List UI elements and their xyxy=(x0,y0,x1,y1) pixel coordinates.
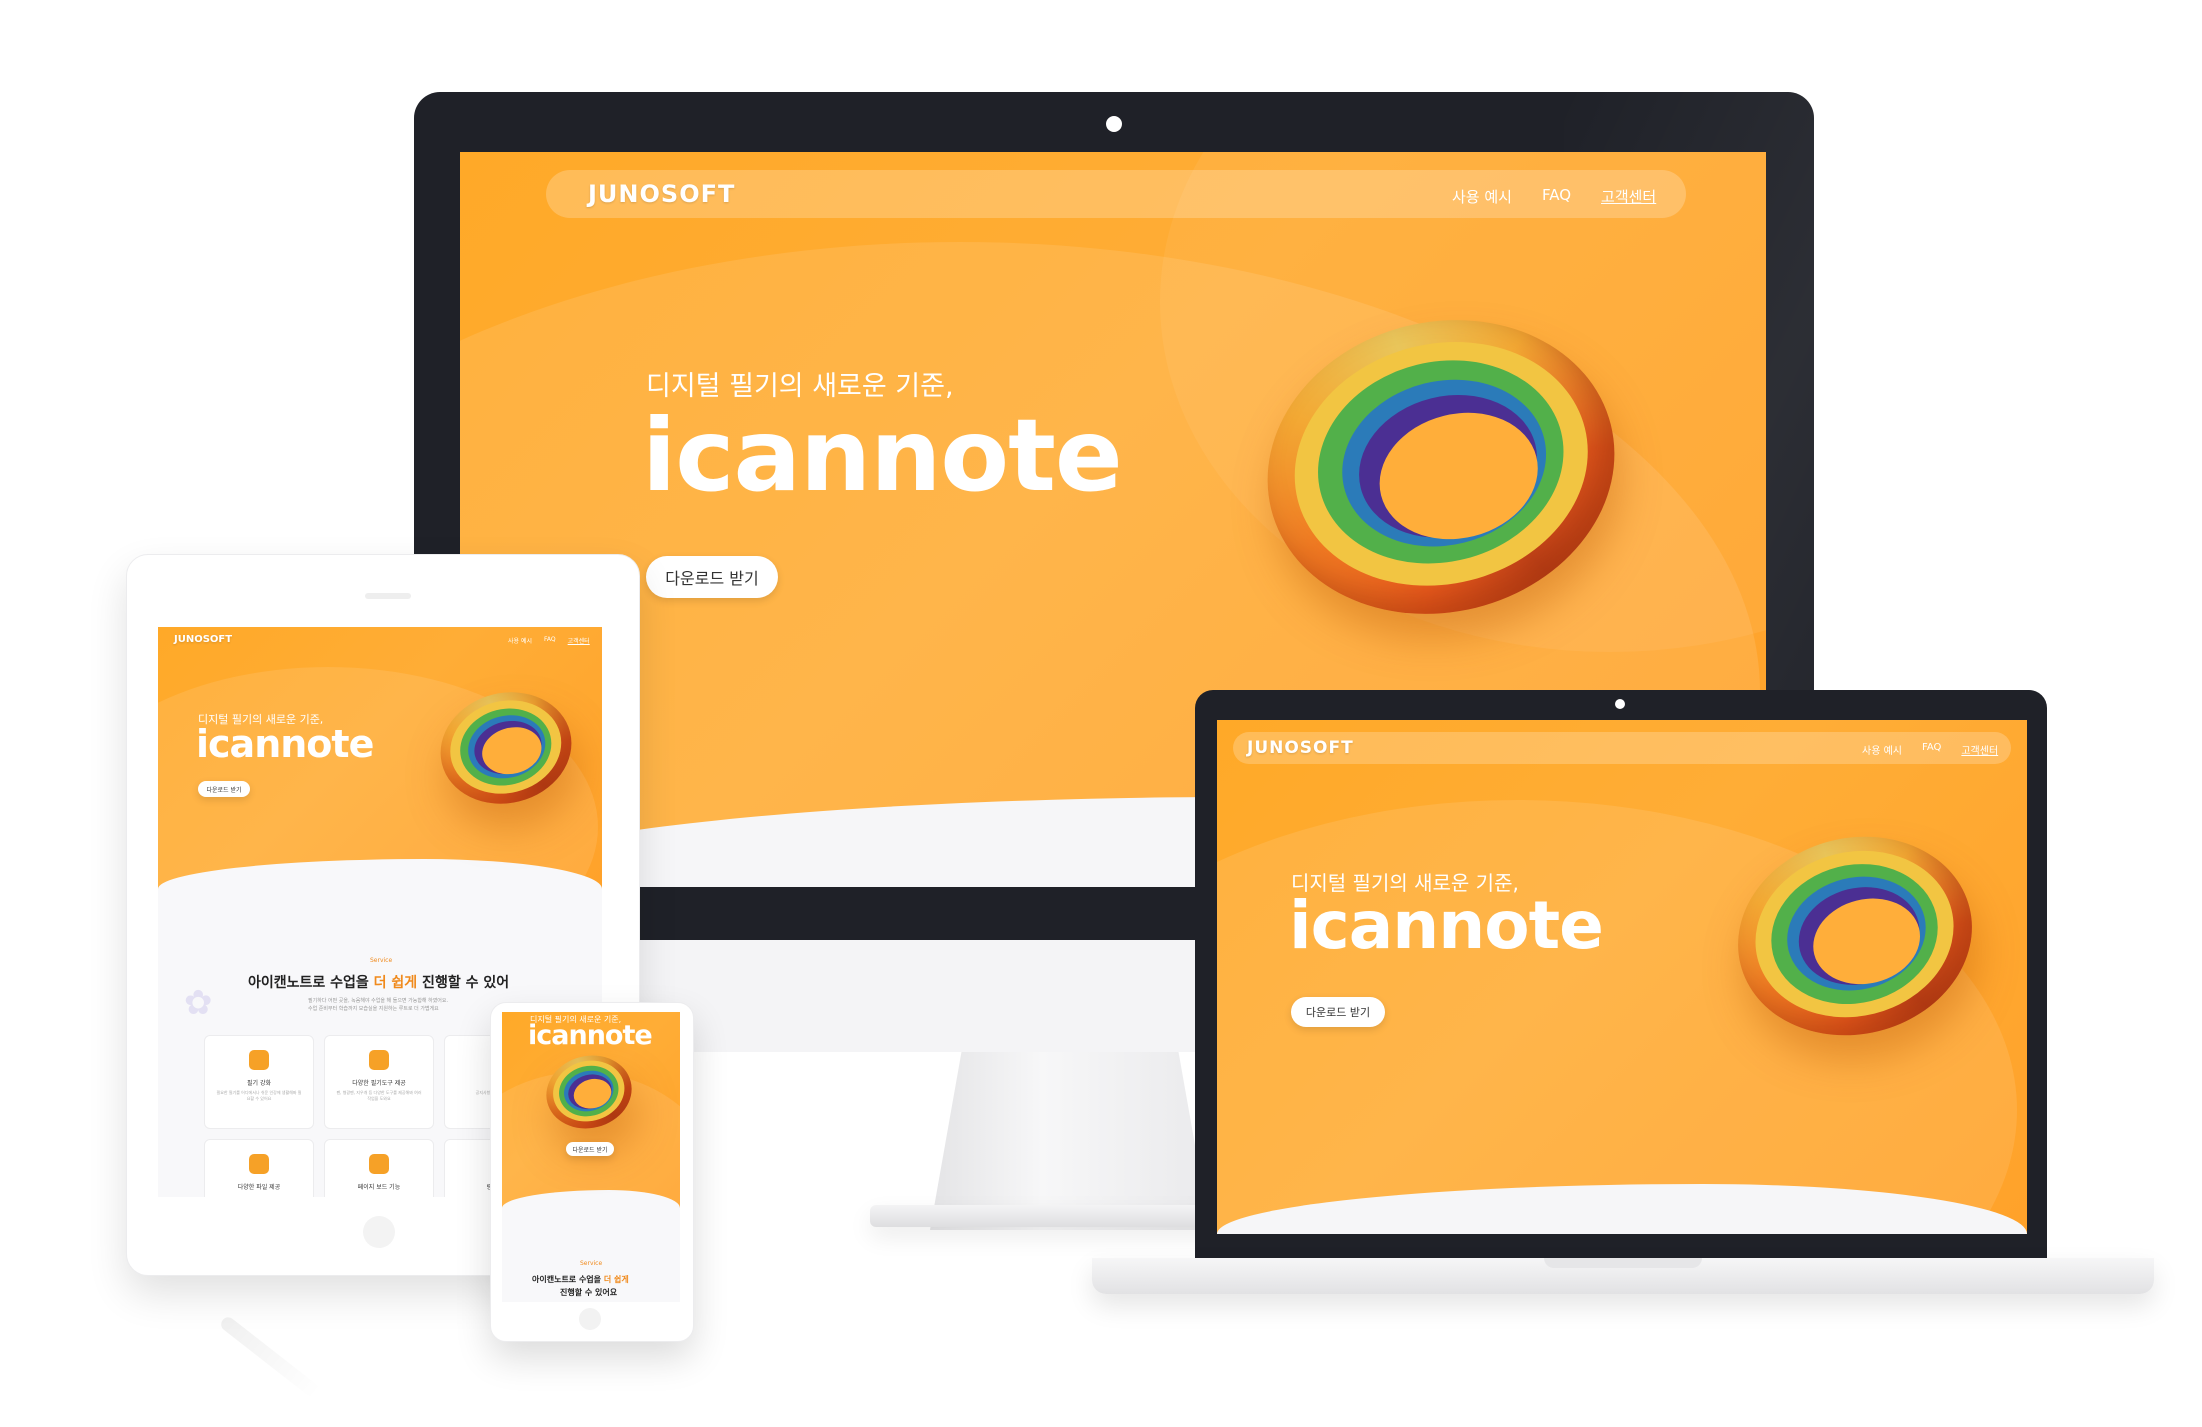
feature-desc: 펜, 형광펜, 지우개 등 다양한 도구를 제공해봐 여러 작업을 도와요 xyxy=(336,1090,422,1101)
nav-link-faq[interactable]: FAQ xyxy=(544,636,556,645)
laptop-screen: JUNOSOFT 사용 예시 FAQ 고객센터 디지털 필기의 새로운 기준, … xyxy=(1217,720,2027,1234)
section-desc-line1: 필기하다 어떤 곳을, 녹음해야 수업을 해 들으면 가능합해 하였어요. xyxy=(308,998,449,1004)
gear-icon: ✿ xyxy=(184,983,213,1023)
section-eyebrow: Service xyxy=(580,1260,603,1267)
tablet-speaker xyxy=(365,593,411,599)
heading-text: 아이캔노트로 수업을 xyxy=(248,975,374,991)
download-button[interactable]: 다운로드 받기 xyxy=(1291,997,1385,1027)
heading-accent: 더 쉽게 xyxy=(373,975,418,991)
feature-icon xyxy=(249,1050,269,1070)
feature-card[interactable]: 페이지 보드 기능 xyxy=(324,1139,434,1197)
laptop-notch xyxy=(1544,1258,1702,1268)
monitor-stand-neck xyxy=(930,1040,1210,1230)
tablet-home-button[interactable] xyxy=(363,1216,395,1248)
phone-screen: 디지털 필기의 새로운 기준, icannote 다운로드 받기 Service… xyxy=(502,1012,680,1302)
section-heading-line2: 진행할 수 있어요 xyxy=(560,1288,618,1297)
nav-link-support[interactable]: 고객센터 xyxy=(1961,742,1998,757)
site-logo[interactable]: JUNOSOFT xyxy=(174,634,232,645)
section-desc-line2: 수업 준비부터 학습까지 모습실을 지원하는 루트로 더 가볍게요 xyxy=(308,1006,439,1012)
hero-headline: icannote xyxy=(528,1020,653,1051)
tablet-hero: JUNOSOFT 사용 예시 FAQ 고객센터 디지털 필기의 새로운 기준, … xyxy=(158,627,602,889)
nav-link-examples[interactable]: 사용 예시 xyxy=(1862,742,1902,757)
nav-link-examples[interactable]: 사용 예시 xyxy=(508,636,532,645)
feature-card[interactable]: 다양한 파일 제공 xyxy=(204,1139,314,1197)
feature-title: 다양한 파일 제공 xyxy=(237,1184,281,1191)
hero-headline: icannote xyxy=(1289,887,1604,964)
feature-icon xyxy=(249,1154,269,1174)
feature-card[interactable]: 다양한 필기도구 제공 펜, 형광펜, 지우개 등 다양한 도구를 제공해봐 여… xyxy=(324,1035,434,1129)
heading-text: 아이캔노트로 수업을 xyxy=(532,1275,604,1284)
nav-link-faq[interactable]: FAQ xyxy=(1542,186,1571,207)
feature-icon xyxy=(369,1050,389,1070)
heading-text-end: 진행할 수 있어 xyxy=(417,975,510,991)
hero-headline: icannote xyxy=(642,397,1123,514)
phone-home-button[interactable] xyxy=(579,1308,601,1330)
site-logo[interactable]: JUNOSOFT xyxy=(588,180,735,208)
nav-link-support[interactable]: 고객센터 xyxy=(1601,186,1656,207)
download-button[interactable]: 다운로드 받기 xyxy=(566,1142,614,1156)
nav-link-support[interactable]: 고객센터 xyxy=(568,636,590,645)
nav-links: 사용 예시 FAQ 고객센터 xyxy=(1452,186,1656,207)
section-eyebrow: Service xyxy=(370,957,393,964)
section-heading-mobile: 아이캔노트로 수업을 더 쉽게 xyxy=(532,1274,629,1285)
feature-card[interactable]: 필기 강화 필요한 필기를 어디에서나 쉬운 인강에 생활해봐 필요할 수 있어… xyxy=(204,1035,314,1129)
nav-link-examples[interactable]: 사용 예시 xyxy=(1452,186,1512,207)
monitor-camera xyxy=(1106,116,1122,132)
laptop-camera xyxy=(1615,699,1625,709)
feature-desc: 필요한 필기를 어디에서나 쉬운 인강에 생활해봐 필요할 수 있어요 xyxy=(216,1090,302,1101)
feature-title: 필기 강화 xyxy=(247,1080,271,1087)
feature-title: 페이지 보드 기능 xyxy=(357,1184,401,1191)
section-heading: 아이캔노트로 수업을 더 쉽게 진행할 수 있어 xyxy=(248,972,509,992)
hero-headline: icannote xyxy=(196,722,374,766)
phone-hero: 디지털 필기의 새로운 기준, icannote 다운로드 받기 xyxy=(502,1012,680,1208)
nav-link-faq[interactable]: FAQ xyxy=(1922,742,1941,757)
download-button[interactable]: 다운로드 받기 xyxy=(198,781,250,797)
download-button[interactable]: 다운로드 받기 xyxy=(646,556,778,598)
nav-links: 사용 예시 FAQ 고객센터 xyxy=(1862,742,1998,757)
stylus-shadow xyxy=(218,1314,322,1400)
heading-accent: 더 쉽게 xyxy=(603,1275,629,1284)
feature-title: 다양한 필기도구 제공 xyxy=(352,1080,406,1087)
laptop-base xyxy=(1092,1258,2154,1294)
feature-icon xyxy=(369,1154,389,1174)
nav-links: 사용 예시 FAQ 고객센터 xyxy=(508,636,590,645)
site-logo[interactable]: JUNOSOFT xyxy=(1247,738,1354,758)
